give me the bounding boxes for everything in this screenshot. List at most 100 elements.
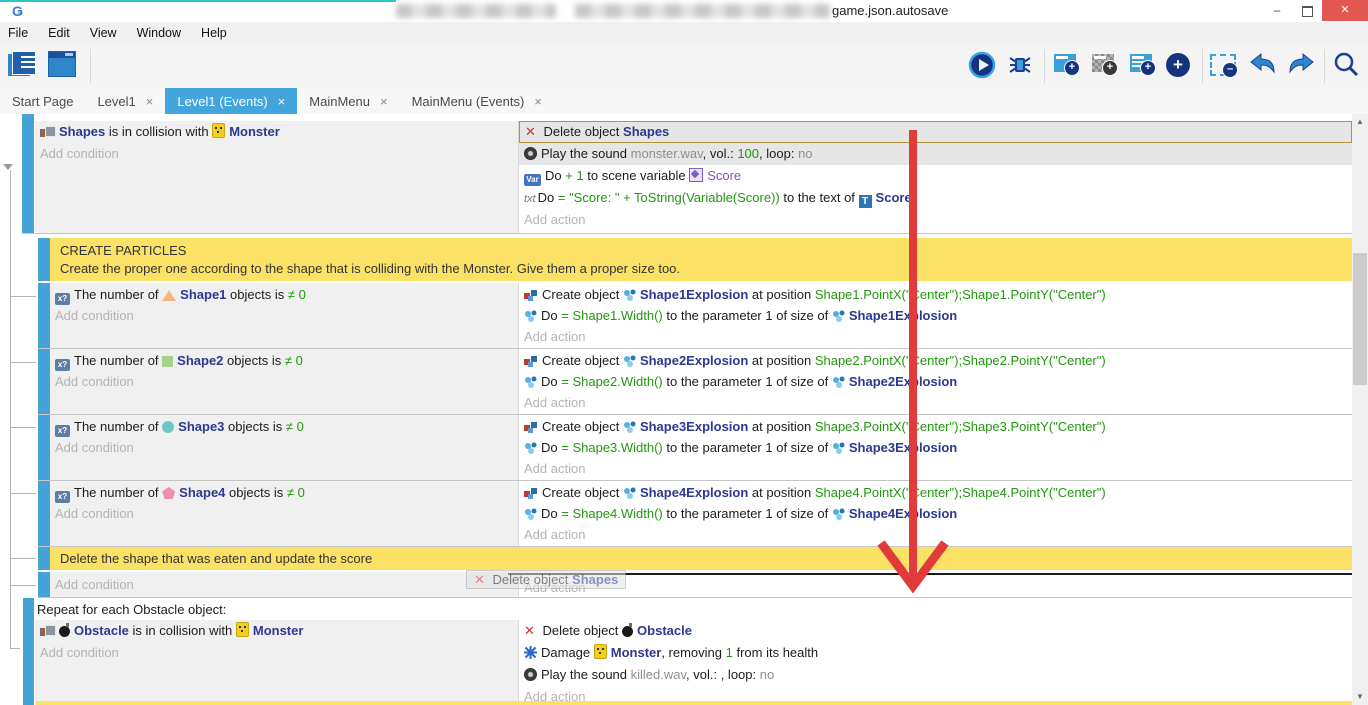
remove-selection-button[interactable]: –: [1210, 51, 1240, 81]
particle-object-icon: [524, 375, 537, 388]
particle-object-icon: [832, 507, 845, 520]
action-add-score-variable[interactable]: VarDo + 1 to scene variable Score: [519, 165, 1352, 187]
add-action-link[interactable]: Add action: [519, 575, 1352, 597]
menu-view[interactable]: View: [80, 26, 127, 40]
scroll-up-button[interactable]: ▲: [1352, 114, 1368, 130]
add-condition-link[interactable]: Add condition: [35, 642, 518, 664]
collapse-arrow-icon[interactable]: [3, 164, 13, 170]
title-bar: Ǥ game.json.autosave – ✕: [0, 0, 1368, 23]
close-button[interactable]: ✕: [1322, 0, 1368, 21]
condition-count-shape4[interactable]: x?The number of Shape4 objects is ≠ 0: [50, 482, 518, 503]
remove-selection-icon: –: [1210, 54, 1236, 76]
event-handle-bar[interactable]: [38, 572, 50, 597]
action-set-score-text[interactable]: txtDo = "Score: " + ToString(Variable(Sc…: [519, 187, 1352, 209]
action-delete-shapes[interactable]: ✕ Delete object Shapes: [519, 121, 1352, 143]
tab-close-icon[interactable]: ×: [534, 94, 542, 109]
add-action-link[interactable]: Add action: [519, 392, 1352, 413]
action-set-size-shape1explosion[interactable]: Do = Shape1.Width() to the parameter 1 o…: [519, 305, 1352, 326]
tab-close-icon[interactable]: ×: [380, 94, 388, 109]
actions-column: Create object Shape3Explosion at positio…: [519, 415, 1352, 480]
add-action-link[interactable]: Add action: [519, 524, 1352, 545]
monster-object-icon: [594, 644, 607, 659]
event-handle-bar[interactable]: [38, 415, 50, 480]
add-subevent-button[interactable]: +: [1092, 51, 1122, 81]
event-repeat-obstacle[interactable]: Repeat for each Obstacle object: Obstacl…: [22, 598, 1352, 705]
subevent-drop-target[interactable]: Add condition Add action: [38, 572, 1352, 598]
subevent-shape3[interactable]: x?The number of Shape3 objects is ≠ 0 Ad…: [38, 415, 1352, 481]
add-condition-link[interactable]: Add condition: [50, 371, 518, 392]
tab-mainmenu[interactable]: MainMenu×: [297, 88, 399, 114]
condition-collision-shapes-monster[interactable]: Shapes is in collision with Monster: [35, 121, 518, 143]
action-set-size-shape4explosion[interactable]: Do = Shape4.Width() to the parameter 1 o…: [519, 503, 1352, 524]
conditions-column: x?The number of Shape3 objects is ≠ 0 Ad…: [50, 415, 519, 480]
subevent-shape1[interactable]: x?The number of Shape1 objects is ≠ 0 Ad…: [38, 283, 1352, 349]
scene-editor-button[interactable]: [48, 51, 78, 81]
add-action-link[interactable]: Add action: [519, 326, 1352, 347]
tab-mainmenu-events[interactable]: MainMenu (Events)×: [400, 88, 554, 114]
condition-count-shape3[interactable]: x?The number of Shape3 objects is ≠ 0: [50, 416, 518, 437]
action-delete-obstacle[interactable]: ✕ Delete object Obstacle: [519, 620, 1352, 642]
add-condition-link[interactable]: Add condition: [35, 143, 518, 165]
menu-help[interactable]: Help: [191, 26, 237, 40]
action-play-sound-monster[interactable]: Play the sound monster.wav, vol.: 100, l…: [519, 143, 1352, 165]
toolbar-separator: [1202, 49, 1203, 83]
tab-close-icon[interactable]: ×: [278, 94, 286, 109]
event-handle-bar[interactable]: [38, 547, 50, 570]
condition-count-shape2[interactable]: x?The number of Shape2 objects is ≠ 0: [50, 350, 518, 371]
add-event-button[interactable]: +: [1054, 51, 1084, 81]
event-handle-bar[interactable]: [22, 114, 34, 233]
action-play-sound-killed[interactable]: Play the sound killed.wav, vol.: , loop:…: [519, 664, 1352, 686]
project-manager-button[interactable]: [8, 51, 38, 81]
comment-delete-shape[interactable]: Delete the shape that was eaten and upda…: [38, 547, 1352, 570]
event-handle-bar[interactable]: [38, 349, 50, 414]
event-repeat-shapes[interactable]: Shapes is in collision with Monster Add …: [22, 114, 1352, 234]
comment-create-particles[interactable]: CREATE PARTICLES Create the proper one a…: [38, 238, 1352, 281]
preview-button[interactable]: [968, 51, 998, 81]
subevent-shape4[interactable]: x?The number of Shape4 objects is ≠ 0 Ad…: [38, 481, 1352, 547]
event-repeat-obstacle-header[interactable]: Repeat for each Obstacle object:: [37, 600, 226, 620]
redo-button[interactable]: [1286, 51, 1316, 81]
event-handle-bar[interactable]: [23, 598, 34, 705]
debugger-button[interactable]: [1006, 51, 1036, 81]
text-action-icon: txt: [524, 188, 536, 209]
maximize-button[interactable]: [1292, 0, 1322, 21]
add-other-event-button[interactable]: +: [1166, 51, 1196, 81]
delete-x-icon: ✕: [524, 620, 535, 642]
action-set-size-shape3explosion[interactable]: Do = Shape3.Width() to the parameter 1 o…: [519, 437, 1352, 458]
action-create-shape2explosion[interactable]: Create object Shape2Explosion at positio…: [519, 350, 1352, 371]
add-action-link[interactable]: Add action: [519, 209, 1352, 231]
event-handle-bar[interactable]: [38, 283, 50, 348]
delete-x-icon: ✕: [474, 571, 485, 588]
event-handle-bar[interactable]: [38, 238, 50, 281]
scrollbar-thumb[interactable]: [1353, 253, 1367, 385]
menu-edit[interactable]: Edit: [38, 26, 80, 40]
event-handle-bar[interactable]: [38, 481, 50, 546]
action-create-shape3explosion[interactable]: Create object Shape3Explosion at positio…: [519, 416, 1352, 437]
add-condition-link[interactable]: Add condition: [50, 503, 518, 524]
add-action-link[interactable]: Add action: [519, 458, 1352, 479]
search-button[interactable]: [1332, 51, 1362, 81]
minimize-button[interactable]: –: [1262, 0, 1292, 21]
action-create-shape1explosion[interactable]: Create object Shape1Explosion at positio…: [519, 284, 1352, 305]
action-create-shape4explosion[interactable]: Create object Shape4Explosion at positio…: [519, 482, 1352, 503]
condition-collision-obstacle-monster[interactable]: Obstacle is in collision with Monster: [35, 620, 518, 642]
tab-level1-events[interactable]: Level1 (Events)×: [165, 88, 297, 114]
undo-button[interactable]: [1248, 51, 1278, 81]
monster-object-icon: [236, 622, 249, 637]
collision-icon: [40, 126, 55, 138]
subevent-shape2[interactable]: x?The number of Shape2 objects is ≠ 0 Ad…: [38, 349, 1352, 415]
add-condition-link[interactable]: Add condition: [50, 437, 518, 458]
add-comment-button[interactable]: +: [1130, 51, 1160, 81]
add-condition-link[interactable]: Add condition: [50, 572, 518, 597]
add-condition-link[interactable]: Add condition: [50, 305, 518, 326]
vertical-scrollbar[interactable]: ▲ ▼: [1352, 114, 1368, 705]
tab-level1[interactable]: Level1×: [85, 88, 165, 114]
action-set-size-shape2explosion[interactable]: Do = Shape2.Width() to the parameter 1 o…: [519, 371, 1352, 392]
tab-close-icon[interactable]: ×: [146, 94, 154, 109]
menu-window[interactable]: Window: [127, 26, 191, 40]
action-damage-monster[interactable]: Damage Monster, removing 1 from its heal…: [519, 642, 1352, 664]
tab-start-page[interactable]: Start Page: [0, 88, 85, 114]
menu-file[interactable]: File: [0, 26, 38, 40]
condition-count-shape1[interactable]: x?The number of Shape1 objects is ≠ 0: [50, 284, 518, 305]
scroll-down-button[interactable]: ▼: [1352, 689, 1368, 705]
